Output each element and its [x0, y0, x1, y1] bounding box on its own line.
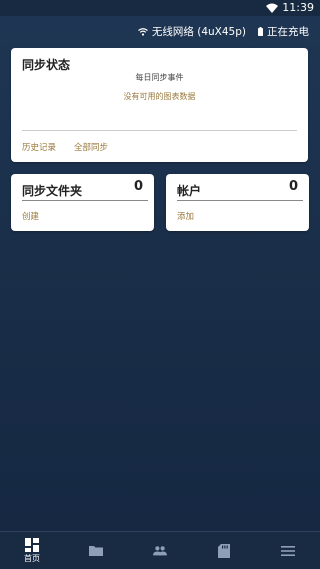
charging-label: 正在充电	[267, 26, 309, 38]
wifi-status-icon	[266, 3, 279, 13]
nav-home[interactable]: 首页	[0, 532, 64, 569]
add-account-button[interactable]: 添加	[177, 210, 194, 222]
create-folder-button[interactable]: 创建	[22, 210, 39, 222]
daily-sync-events-label: 每日同步事件	[135, 73, 184, 82]
divider	[22, 200, 148, 201]
history-button[interactable]: 历史记录	[22, 141, 56, 153]
sync-folders-card[interactable]: 同步文件夹 0 创建	[11, 174, 154, 231]
sync-folders-title: 同步文件夹	[22, 184, 83, 198]
account-title: 帐户	[177, 184, 202, 198]
nav-home-label: 首页	[24, 553, 40, 563]
sync-status-title: 同步状态	[22, 58, 71, 72]
nav-folders[interactable]	[64, 532, 128, 569]
device-info: 无线网络 (4uX45p) 正在充电	[138, 24, 309, 39]
no-chart-data-label: 没有可用的图表数据	[123, 92, 196, 101]
account-count: 0	[288, 179, 298, 194]
sync-all-button[interactable]: 全部同步	[74, 141, 108, 153]
battery-icon	[258, 27, 263, 36]
account-card[interactable]: 帐户 0 添加	[166, 174, 309, 231]
status-time: 11:39	[282, 1, 314, 14]
home-icon	[25, 537, 39, 552]
nav-devices[interactable]	[128, 532, 192, 569]
nav-menu[interactable]	[256, 532, 320, 569]
divider	[177, 200, 303, 201]
menu-icon	[281, 545, 295, 556]
bottom-navigation: 首页	[0, 531, 320, 569]
people-icon	[153, 545, 167, 555]
status-bar: 11:39	[0, 0, 320, 16]
folder-icon	[89, 545, 103, 556]
divider	[22, 130, 297, 131]
sd-card-icon	[218, 543, 230, 558]
nav-storage[interactable]	[192, 532, 256, 569]
wifi-icon	[138, 27, 148, 36]
folders-count: 0	[133, 179, 143, 194]
sync-status-card: 同步状态 每日同步事件 没有可用的图表数据 历史记录 全部同步	[11, 48, 308, 162]
wifi-network-label: 无线网络 (4uX45p)	[151, 26, 246, 38]
